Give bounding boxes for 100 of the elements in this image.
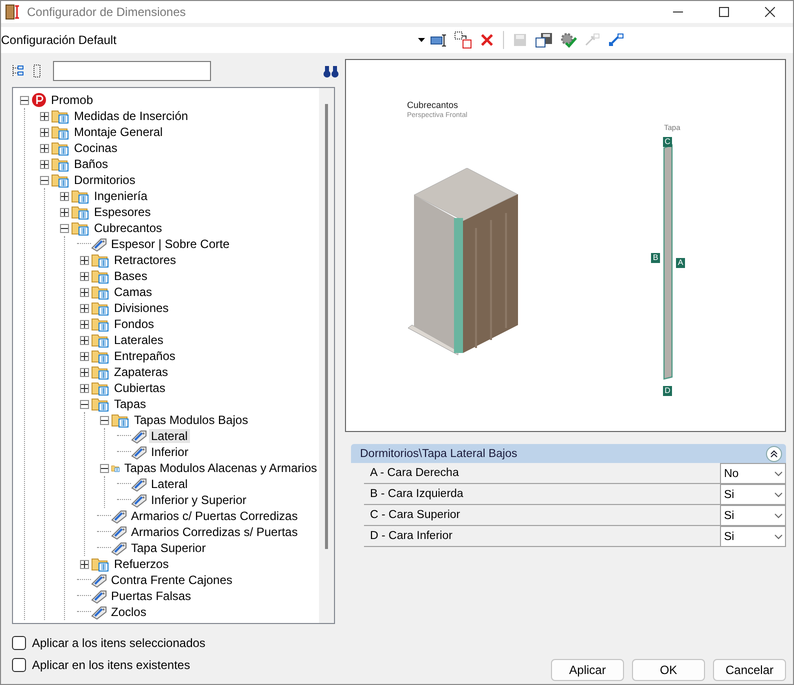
tree-item[interactable]: Puertas Falsas	[109, 589, 194, 603]
expand-toggle[interactable]	[60, 192, 69, 200]
tree-item[interactable]: Promob	[49, 93, 96, 107]
dialog-button[interactable]: Aplicar	[551, 659, 624, 681]
expand-toggle[interactable]	[100, 416, 109, 424]
plus-icon	[41, 112, 48, 120]
checkbox[interactable]	[12, 658, 26, 672]
expand-toggle[interactable]	[80, 384, 89, 392]
expand-toggle[interactable]	[80, 272, 89, 280]
tree-item[interactable]: Inferior y Superior	[149, 493, 248, 507]
expand-toggle[interactable]	[100, 464, 109, 472]
tag-icon	[131, 492, 147, 508]
expand-toggle[interactable]	[40, 176, 49, 184]
caret-icon	[774, 534, 783, 540]
scrollbar-thumb[interactable]	[325, 104, 328, 549]
tree-item[interactable]: Tapas Modulos Bajos	[132, 413, 250, 427]
tree-item[interactable]: Montaje General	[72, 125, 165, 139]
plus-icon	[41, 128, 48, 136]
folder-icon	[91, 252, 110, 268]
expand-toggle[interactable]	[80, 256, 89, 264]
tree-item[interactable]: Cubiertas	[112, 381, 168, 395]
tree-item[interactable]: Fondos	[112, 317, 156, 331]
option-checkbox[interactable]: Aplicar a los itens seleccionados	[12, 636, 345, 650]
expand-toggle[interactable]	[40, 160, 49, 168]
tree-item[interactable]: Divisiones	[112, 301, 171, 315]
plus-icon	[81, 336, 88, 344]
properties-header: Dormitorios\Tapa Lateral Bajos	[351, 444, 786, 463]
folder-icon	[111, 412, 130, 428]
expand-toggle[interactable]	[60, 208, 69, 216]
tree-item[interactable]: Laterales	[112, 333, 166, 347]
plus-icon	[81, 352, 88, 360]
tree-item[interactable]: Refuerzos	[112, 557, 171, 571]
tag-icon	[131, 476, 147, 492]
folder-icon	[91, 300, 110, 316]
expand-toggle[interactable]	[40, 128, 49, 136]
plus-icon	[81, 288, 88, 296]
dialog-button[interactable]: OK	[632, 659, 705, 681]
expand-toggle[interactable]	[80, 400, 89, 408]
tag-icon	[111, 524, 127, 540]
expand-all-icon[interactable]	[11, 64, 25, 78]
tree-item[interactable]: Lateral	[149, 477, 190, 491]
folder-icon	[71, 220, 90, 236]
tree-item[interactable]: Zapateras	[112, 365, 170, 379]
toolbar-button[interactable]	[452, 29, 474, 51]
plus-icon	[81, 560, 88, 568]
tree-item[interactable]: Medidas de Inserción	[72, 109, 190, 123]
expand-toggle[interactable]	[80, 336, 89, 344]
collapse-button[interactable]	[766, 446, 782, 462]
dialog-button[interactable]: Cancelar	[713, 659, 786, 681]
edge-label: A	[676, 258, 685, 268]
tree-item[interactable]: Espesor | Sobre Corte	[109, 237, 232, 251]
search-icon[interactable]	[323, 64, 339, 78]
expand-toggle[interactable]	[80, 320, 89, 328]
expand-toggle[interactable]	[80, 560, 89, 568]
delete-icon	[480, 33, 494, 47]
arrow-icon	[584, 33, 600, 47]
tree-item[interactable]: Entrepaños	[112, 349, 178, 363]
tree-item[interactable]: Bases	[112, 269, 150, 283]
tree-item[interactable]: Dormitorios	[72, 173, 138, 187]
collapse-all-icon[interactable]	[33, 64, 41, 78]
property-dropdown[interactable]: Si	[720, 484, 786, 504]
tree-item[interactable]: Zoclos	[109, 605, 148, 619]
tree-item[interactable]: Inferior	[149, 445, 190, 459]
property-dropdown[interactable]: Si	[720, 505, 786, 525]
expand-toggle[interactable]	[20, 96, 29, 104]
option-checkbox[interactable]: Aplicar en los itens existentes	[12, 658, 345, 672]
tree-item[interactable]: Camas	[112, 285, 154, 299]
preview-title: Cubrecantos	[407, 100, 458, 110]
tree-item[interactable]: Armarios c/ Puertas Corredizas	[129, 509, 300, 523]
expand-toggle[interactable]	[60, 224, 69, 232]
tree-item[interactable]: Ingeniería	[92, 189, 150, 203]
tree-item[interactable]: Cubrecantos	[92, 221, 164, 235]
folder-icon	[71, 188, 90, 204]
plus-icon	[81, 368, 88, 376]
tree-item[interactable]: Retractores	[112, 253, 178, 267]
expand-toggle[interactable]	[40, 144, 49, 152]
tree-item[interactable]: Cocinas	[72, 141, 120, 155]
tag-icon	[131, 444, 147, 460]
folder-icon	[51, 156, 70, 172]
tree-item[interactable]: Baños	[72, 157, 110, 171]
tree-item[interactable]: Tapas Modulos Alacenas y Armarios	[122, 461, 319, 475]
property-dropdown[interactable]: Si	[720, 526, 786, 546]
expand-toggle[interactable]	[40, 112, 49, 120]
checkbox[interactable]	[12, 636, 26, 650]
expand-toggle[interactable]	[80, 368, 89, 376]
expand-toggle[interactable]	[80, 352, 89, 360]
folder-icon	[91, 316, 110, 332]
tree-item[interactable]: Armarios Corredizas s/ Puertas	[129, 525, 300, 539]
tree-item[interactable]: Lateral	[149, 429, 190, 443]
dropdown-arrow-icon	[418, 38, 425, 42]
expand-toggle[interactable]	[80, 288, 89, 296]
tree-item[interactable]: Contra Frente Cajones	[109, 573, 234, 587]
property-dropdown[interactable]: No	[720, 463, 786, 483]
tree-item[interactable]: Espesores	[92, 205, 153, 219]
plus-icon	[61, 208, 68, 216]
expand-toggle[interactable]	[80, 304, 89, 312]
tree-item[interactable]: Tapas	[112, 397, 148, 411]
search-field[interactable]	[53, 61, 211, 81]
tree-item[interactable]: Tapa Superior	[129, 541, 208, 555]
tag-icon	[111, 540, 127, 556]
